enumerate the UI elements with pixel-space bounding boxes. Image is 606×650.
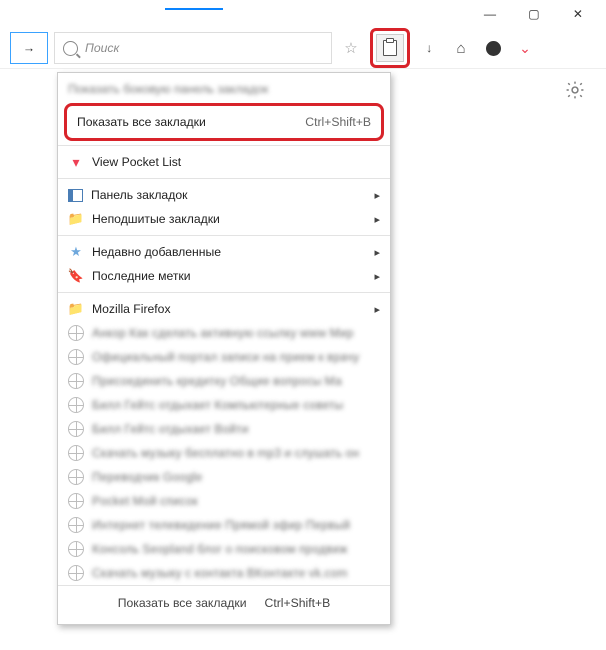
bookmark-item[interactable]: Скачать музыку с контакта ВКонтакте vk.c… [58,561,390,585]
downloads-button[interactable]: ↓ [416,35,442,61]
menu-label: Последние метки [92,269,191,283]
menu-separator [58,178,390,179]
menu-label: Недавно добавленные [92,245,221,259]
menu-item-tags[interactable]: 🔖 Последние метки [58,264,390,288]
menu-label: Показать боковую панель закладок [68,82,268,96]
menu-item-unfiled[interactable]: 📁 Неподшитые закладки [58,207,390,231]
keyboard-shortcut: Ctrl+Shift+B [305,115,371,129]
menu-item-firefox-folder[interactable]: 📁 Mozilla Firefox [58,297,390,321]
maximize-button[interactable]: ▢ [512,0,556,28]
bookmarks-menu-button[interactable] [376,34,404,62]
menu-item-bookmarks-panel[interactable]: Панель закладок [58,183,390,207]
bookmarks-dropdown-menu: Показать боковую панель закладок Показат… [57,72,391,625]
menu-label: Показать все закладки [77,115,206,129]
folder-icon: 📁 [68,211,84,227]
bookmark-item[interactable]: Интернет телевидение Прямой эфир Первый [58,513,390,537]
bookmark-label: Присоединить кредитку Общие вопросы Ма [92,374,342,388]
sidebar-icon [68,189,83,202]
globe-icon [68,469,84,485]
bookmark-label: Анкор Как сделать активную ссылку www Ми… [92,326,353,340]
menu-item-sidebar[interactable]: Показать боковую панель закладок [58,77,390,101]
active-tab-indicator [165,8,223,10]
pocket-icon: ▾ [68,154,84,170]
bookmark-item[interactable]: Официальный портал записи на прием к вра… [58,345,390,369]
globe-icon [68,517,84,533]
minimize-button[interactable]: — [468,0,512,28]
settings-button[interactable] [564,79,586,104]
window-titlebar: — ▢ ✕ [0,0,606,28]
menu-label: Показать все закладки [118,596,247,610]
search-icon [63,41,78,56]
bookmark-label: Интернет телевидение Прямой эфир Первый [92,518,350,532]
globe-icon [68,349,84,365]
face-icon [486,41,501,56]
download-icon: ↓ [426,41,432,55]
folder-icon: 📁 [68,301,84,317]
forward-button[interactable]: → [10,32,48,64]
globe-icon [68,493,84,509]
menu-footer-show-all[interactable]: Показать все закладки Ctrl+Shift+B [58,585,390,620]
bookmark-item[interactable]: Скачать музыку бесплатно в mp3 и слушать… [58,441,390,465]
search-placeholder: Поиск [85,41,119,55]
highlighted-show-all-bookmarks[interactable]: Показать все закладки Ctrl+Shift+B [64,103,384,141]
tag-icon: 🔖 [68,268,84,284]
bookmark-list: Анкор Как сделать активную ссылку www Ми… [58,321,390,585]
bookmark-item[interactable]: Переводчик Google [58,465,390,489]
menu-separator [58,145,390,146]
bookmark-label: Консоль Seopland блог о поисковом продви… [92,542,347,556]
browser-toolbar: → Поиск ☆ ↓ ⌂ ⌄ [0,28,606,69]
bookmark-item[interactable]: Присоединить кредитку Общие вопросы Ма [58,369,390,393]
gear-icon [564,79,586,101]
bookmark-label: Официальный портал записи на прием к вра… [92,350,359,364]
globe-icon [68,445,84,461]
pocket-icon: ⌄ [517,40,533,56]
menu-item-recent[interactable]: ★ Недавно добавленные [58,240,390,264]
bookmarks-list-icon [383,40,397,56]
keyboard-shortcut: Ctrl+Shift+B [265,596,331,610]
bookmark-item[interactable]: Анкор Как сделать активную ссылку www Ми… [58,321,390,345]
account-button[interactable] [480,35,506,61]
menu-label: View Pocket List [92,155,181,169]
bookmark-label: Скачать музыку с контакта ВКонтакте vk.c… [92,566,347,580]
bookmark-star-icon[interactable]: ☆ [338,35,364,61]
globe-icon [68,421,84,437]
globe-icon [68,565,84,581]
globe-icon [68,373,84,389]
menu-item-pocket[interactable]: ▾ View Pocket List [58,150,390,174]
menu-label: Неподшитые закладки [92,212,220,226]
close-button[interactable]: ✕ [556,0,600,28]
highlighted-bookmarks-button [370,28,410,68]
bookmark-label: Переводчик Google [92,470,202,484]
pocket-button[interactable]: ⌄ [512,35,538,61]
bookmark-item[interactable]: Консоль Seopland блог о поисковом продви… [58,537,390,561]
menu-label: Панель закладок [91,188,187,202]
search-input[interactable]: Поиск [54,32,332,64]
menu-separator [58,235,390,236]
bookmark-label: Билл Гейтс отдыхает Компьютерные советы [92,398,343,412]
bookmark-item[interactable]: Pocket Мой список [58,489,390,513]
bookmark-label: Pocket Мой список [92,494,198,508]
globe-icon [68,397,84,413]
home-icon: ⌂ [456,40,465,57]
bookmark-item[interactable]: Билл Гейтс отдыхает Компьютерные советы [58,393,390,417]
star-icon: ★ [68,244,84,260]
menu-label: Mozilla Firefox [92,302,171,316]
bookmark-label: Билл Гейтс отдыхает Войти [92,422,248,436]
globe-icon [68,541,84,557]
globe-icon [68,325,84,341]
menu-separator [58,292,390,293]
arrow-right-icon: → [23,41,35,55]
home-button[interactable]: ⌂ [448,35,474,61]
bookmark-label: Скачать музыку бесплатно в mp3 и слушать… [92,446,359,460]
bookmark-item[interactable]: Билл Гейтс отдыхает Войти [58,417,390,441]
